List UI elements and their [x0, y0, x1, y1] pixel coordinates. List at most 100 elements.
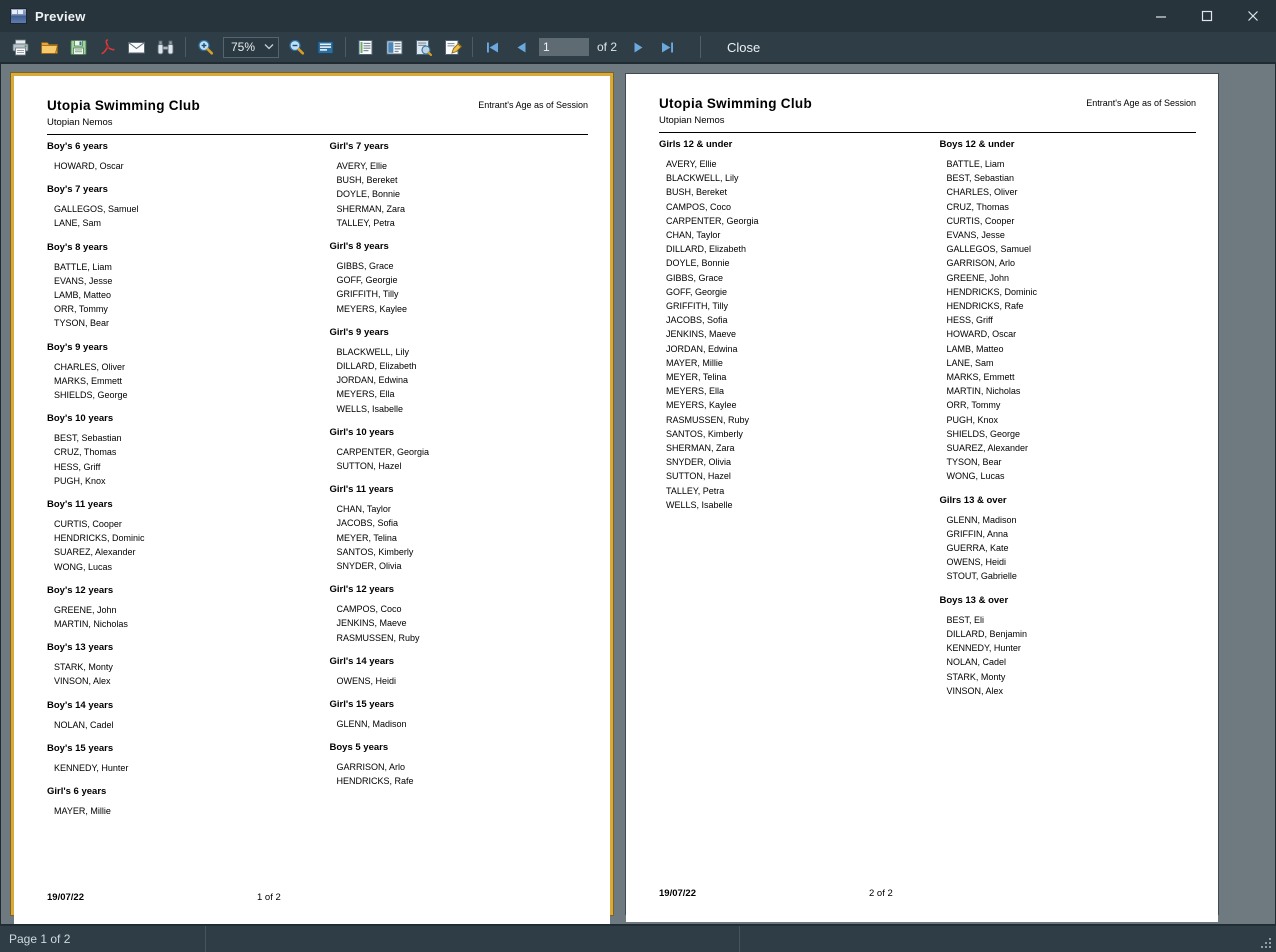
entrant-name: GALLEGOS, Samuel	[946, 244, 1032, 255]
print-icon[interactable]	[8, 35, 33, 60]
toolbar-separator	[345, 37, 346, 57]
page-number-input[interactable]	[539, 38, 589, 56]
entrant-name: JACOBS, Sofia	[666, 315, 728, 326]
first-page-icon[interactable]	[480, 35, 505, 60]
entrant-name: TYSON, Bear	[946, 457, 1002, 468]
next-page-icon[interactable]	[626, 35, 651, 60]
entrant-name: STARK, Monty	[946, 671, 1006, 682]
entrant-name: STARK, Monty	[54, 662, 113, 673]
close-button[interactable]	[1230, 0, 1276, 32]
entrant-name: KENNEDY, Hunter	[54, 762, 129, 773]
age-group-title: Boys 5 years	[329, 742, 389, 754]
entrant-name: HESS, Griff	[54, 461, 101, 472]
entrant-name: SUTTON, Hazel	[336, 461, 402, 472]
entrant-name: MARTIN, Nicholas	[54, 619, 128, 630]
preview-canvas[interactable]: Utopia Swimming Club Utopian Nemos Entra…	[0, 63, 1276, 925]
age-group-title: Girl's 14 years	[329, 655, 395, 667]
entrant-name: LANE, Sam	[946, 357, 994, 368]
age-group: Boy's 6 years HOWARD, Oscar	[47, 141, 312, 173]
club-name: Utopia Swimming Club	[659, 96, 812, 111]
open-folder-icon[interactable]	[37, 35, 62, 60]
entrant-name: MEYERS, Kaylee	[666, 400, 737, 411]
entrant-name: NOLAN, Cadel	[54, 719, 114, 730]
report-columns-1: Boy's 6 years HOWARD, Oscar Boy's 7 years G…	[47, 141, 588, 829]
entrant-name: DILLARD, Benjamin	[946, 628, 1028, 639]
age-group-title: Boy's 10 years	[47, 413, 114, 425]
entrant-name: PUGH, Knox	[54, 475, 106, 486]
zoom-in-icon[interactable]	[193, 35, 218, 60]
age-group: Girl's 7 years AVERY, Ellie BUSH, Bereket D…	[330, 141, 583, 230]
entrant-name: HESS, Griff	[946, 315, 993, 326]
entrant-name: GRIFFIN, Anna	[946, 528, 1009, 539]
age-group: Girl's 15 years GLENN, Madison	[330, 699, 583, 731]
entrant-name: LANE, Sam	[54, 218, 102, 229]
report-column-right-2: Boys 12 & under BATTLE, Liam BEST, Sebasti…	[928, 139, 1197, 709]
preview-app-icon	[10, 8, 27, 24]
entrant-name: SUAREZ, Alexander	[54, 547, 136, 558]
zoom-level-select[interactable]: 75%	[223, 36, 279, 58]
entrant-name: HENDRICKS, Rafe	[336, 776, 414, 787]
entrant-name: HENDRICKS, Rafe	[946, 301, 1024, 312]
last-page-icon[interactable]	[655, 35, 680, 60]
entrant-name: MEYERS, Ella	[336, 389, 395, 400]
age-group: Boy's 8 years BATTLE, Liam EVANS, Jesse LAM…	[47, 242, 312, 331]
entrant-name: HENDRICKS, Dominic	[946, 286, 1038, 297]
report-page-label: 2 of 2	[869, 888, 893, 899]
entrant-name: MEYERS, Ella	[666, 386, 725, 397]
previous-page-icon[interactable]	[509, 35, 534, 60]
age-group-title: Girl's 11 years	[329, 484, 394, 496]
entrant-name: GLENN, Madison	[336, 719, 407, 730]
zoom-out-icon[interactable]	[284, 35, 309, 60]
entrant-name: DILLARD, Elizabeth	[666, 244, 747, 255]
entrant-name: CURTIS, Cooper	[54, 519, 122, 530]
pdf-export-icon[interactable]	[95, 35, 120, 60]
entrant-name: SNYDER, Olivia	[666, 457, 732, 468]
entrant-name: CHARLES, Oliver	[946, 187, 1018, 198]
age-group-title: Girl's 15 years	[329, 699, 395, 711]
maximize-button[interactable]	[1184, 0, 1230, 32]
minimize-button[interactable]	[1138, 0, 1184, 32]
report-column-right-1: Girl's 7 years AVERY, Ellie BUSH, Bereket D…	[318, 141, 589, 829]
entrant-name: DOYLE, Bonnie	[336, 189, 401, 200]
age-group-title: Girl's 12 years	[329, 584, 395, 596]
age-group: Boy's 12 years GREENE, John MARTIN, Nichol…	[47, 585, 312, 631]
save-icon[interactable]	[66, 35, 91, 60]
age-group-title: Boy's 12 years	[47, 584, 114, 596]
single-page-layout-icon[interactable]	[353, 35, 378, 60]
page-view-icon[interactable]	[313, 35, 338, 60]
window-title: Preview	[35, 8, 86, 24]
entrant-name: SANTOS, Kimberly	[336, 546, 414, 557]
report-page-2: Utopia Swimming Club Utopian Nemos Entra…	[626, 74, 1218, 922]
close-preview-button[interactable]: Close	[715, 36, 772, 59]
email-icon[interactable]	[124, 35, 149, 60]
age-group: Girl's 9 years BLACKWELL, Lily DILLARD, El…	[330, 327, 583, 416]
report-body-2: Utopia Swimming Club Utopian Nemos Entra…	[626, 74, 1218, 922]
entrant-name: CURTIS, Cooper	[946, 215, 1015, 226]
age-group-title: Girl's 10 years	[329, 426, 395, 438]
page-setup-icon[interactable]	[411, 35, 436, 60]
entrant-name: RASMUSSEN, Ruby	[666, 414, 750, 425]
report-date: 19/07/22	[47, 892, 84, 903]
entrant-name: AVERY, Ellie	[666, 159, 717, 169]
entrant-name: GIBBS, Grace	[336, 261, 394, 272]
page-count-label: of 2	[597, 40, 618, 54]
preview-page-2[interactable]: Utopia Swimming Club Utopian Nemos Entra…	[625, 73, 1219, 922]
report-footer-2: 19/07/22 2 of 2	[659, 888, 1196, 899]
entrant-name: OWENS, Heidi	[336, 675, 397, 686]
two-page-layout-icon[interactable]	[382, 35, 407, 60]
entrant-name: BEST, Sebastian	[54, 433, 122, 444]
title-bar: Preview	[0, 0, 1276, 32]
entrant-name: JORDAN, Edwina	[666, 343, 738, 354]
preview-page-1[interactable]: Utopia Swimming Club Utopian Nemos Entra…	[11, 73, 613, 924]
resize-grip-icon[interactable]	[1259, 936, 1271, 948]
entrant-name: HOWARD, Oscar	[946, 329, 1017, 340]
entrant-name: MARTIN, Nicholas	[946, 386, 1021, 397]
report-title-block-1: Utopia Swimming Club Utopian Nemos	[47, 98, 200, 128]
age-group-title: Boy's 13 years	[47, 642, 114, 654]
zoom-level-value: 75%	[231, 40, 256, 54]
entrant-name: BUSH, Bereket	[336, 175, 398, 186]
edit-report-icon[interactable]	[440, 35, 465, 60]
status-cell-empty	[206, 926, 740, 952]
entrant-name: MARKS, Emmett	[946, 372, 1015, 383]
find-binoculars-icon[interactable]	[153, 35, 178, 60]
